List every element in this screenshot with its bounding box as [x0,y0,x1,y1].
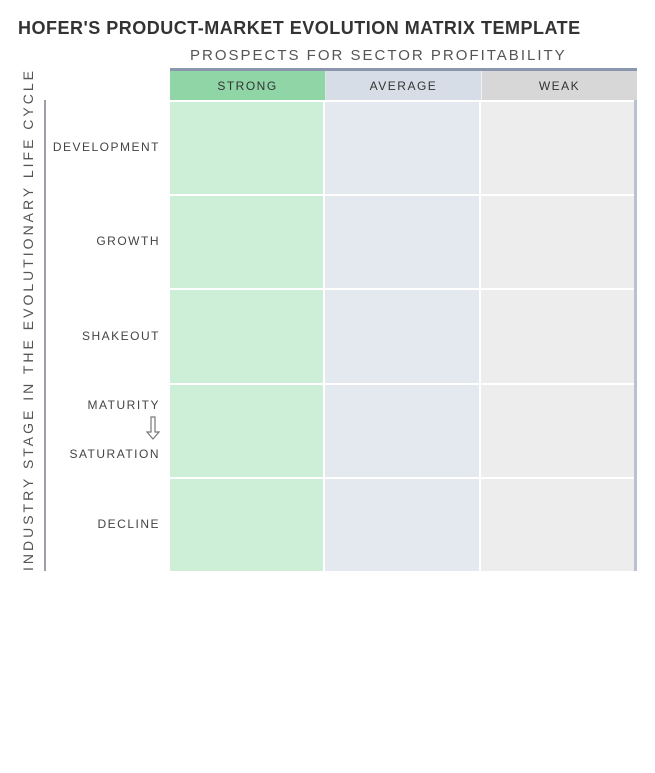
cell-decline-weak [481,477,634,571]
matrix-row-growth [170,194,634,288]
matrix-row-shakeout [170,288,634,382]
row-label-text-bottom: SATURATION [69,447,160,461]
cell-maturity-strong [170,383,325,477]
y-axis-rule [44,100,46,571]
cell-shakeout-weak [481,288,634,382]
x-axis-label: PROSPECTS FOR SECTOR PROFITABILITY [190,47,637,64]
row-label-maturity: MATURITY SATURATION [52,383,170,477]
matrix-row-development [170,100,634,194]
cell-growth-weak [481,194,634,288]
cell-shakeout-strong [170,288,325,382]
arrow-down-icon [146,416,160,443]
row-label-text: GROWTH [96,234,160,248]
cell-maturity-weak [481,383,634,477]
column-header-average: AVERAGE [326,71,482,100]
matrix: STRONG AVERAGE WEAK [170,68,637,571]
row-labels: DEVELOPMENT GROWTH SHAKEOUT MATURITY SAT… [52,100,170,571]
row-label-decline: DECLINE [52,477,170,571]
matrix-row-maturity [170,383,634,477]
matrix-frame: INDUSTRY STAGE IN THE EVOLUTIONARY LIFE … [18,68,637,571]
column-header-row: STRONG AVERAGE WEAK [170,71,637,100]
row-label-text: SHAKEOUT [82,329,160,343]
row-label-text: DEVELOPMENT [53,140,160,154]
y-axis-label: INDUSTRY STAGE IN THE EVOLUTIONARY LIFE … [18,68,38,571]
column-header-strong: STRONG [170,71,326,100]
y-axis: INDUSTRY STAGE IN THE EVOLUTIONARY LIFE … [18,68,38,571]
cell-growth-strong [170,194,325,288]
row-label-shakeout: SHAKEOUT [52,288,170,382]
cell-development-strong [170,100,325,194]
cell-decline-strong [170,477,325,571]
cell-decline-average [325,477,480,571]
cell-development-weak [481,100,634,194]
column-header-weak: WEAK [482,71,637,100]
row-label-growth: GROWTH [52,194,170,288]
cell-growth-average [325,194,480,288]
matrix-body [170,100,637,571]
cell-maturity-average [325,383,480,477]
page-title: HOFER'S PRODUCT-MARKET EVOLUTION MATRIX … [18,18,637,39]
cell-shakeout-average [325,288,480,382]
row-label-development: DEVELOPMENT [52,100,170,194]
matrix-row-decline [170,477,634,571]
row-label-text: DECLINE [97,517,160,531]
cell-development-average [325,100,480,194]
row-label-text-top: MATURITY [88,398,160,412]
